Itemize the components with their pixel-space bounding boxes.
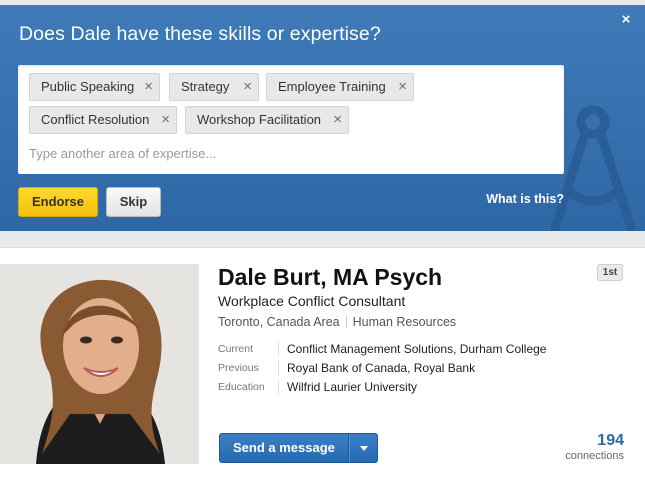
divider — [278, 342, 279, 356]
divider — [278, 380, 279, 394]
skill-pill-label: Conflict Resolution — [41, 112, 150, 127]
what-is-this-link[interactable]: What is this? — [486, 192, 564, 206]
skill-pill-label: Strategy — [181, 79, 230, 94]
skip-button[interactable]: Skip — [106, 187, 161, 217]
detail-label: Current — [218, 343, 254, 355]
detail-label: Previous — [218, 362, 259, 374]
detail-label: Education — [218, 381, 265, 393]
location-link[interactable]: Toronto, Canada Area — [218, 315, 340, 329]
skill-pill-employee-training: Employee Training × — [266, 73, 414, 101]
skill-pill-conflict-resolution: Conflict Resolution × — [29, 106, 177, 134]
profile-card: Dale Burt, MA Psych 1st Workplace Confli… — [0, 247, 645, 485]
detail-value[interactable]: Royal Bank of Canada, Royal Bank — [287, 361, 475, 375]
remove-skill-icon[interactable]: × — [161, 107, 170, 133]
send-message-button[interactable]: Send a message — [219, 433, 378, 463]
skill-pill-label: Public Speaking — [41, 79, 135, 94]
endorse-button[interactable]: Endorse — [18, 187, 98, 217]
remove-skill-icon[interactable]: × — [144, 74, 153, 100]
close-banner-icon[interactable]: × — [618, 12, 634, 28]
detail-value[interactable]: Wilfrid Laurier University — [287, 380, 417, 394]
endorse-title: Does Dale have these skills or expertise… — [19, 23, 381, 45]
industry-link[interactable]: Human Resources — [353, 315, 457, 329]
skill-pill-label: Employee Training — [278, 79, 386, 94]
button-divider — [348, 434, 349, 462]
skill-pill-strategy: Strategy × — [169, 73, 259, 101]
detail-value[interactable]: Conflict Management Solutions, Durham Co… — [287, 342, 546, 356]
remove-skill-icon[interactable]: × — [398, 74, 407, 100]
connections-count[interactable]: 194 — [597, 432, 624, 450]
skill-pill-public-speaking: Public Speaking × — [29, 73, 160, 101]
chevron-down-icon[interactable] — [353, 434, 375, 462]
profile-name[interactable]: Dale Burt, MA Psych — [218, 264, 442, 291]
endorse-skills-banner: Does Dale have these skills or expertise… — [0, 5, 645, 231]
linkedin-profile-page: Does Dale have these skills or expertise… — [0, 0, 645, 485]
connection-degree-badge: 1st — [597, 264, 623, 281]
skill-pill-workshop-facilitation: Workshop Facilitation × — [185, 106, 349, 134]
remove-skill-icon[interactable]: × — [243, 74, 252, 100]
skill-pill-label: Workshop Facilitation — [197, 112, 322, 127]
divider — [278, 361, 279, 375]
connections-label: connections — [565, 450, 624, 462]
remove-skill-icon[interactable]: × — [333, 107, 342, 133]
profile-headline: Workplace Conflict Consultant — [218, 293, 406, 309]
profile-location-industry: Toronto, Canada Area Human Resources — [218, 315, 456, 329]
skills-input-box[interactable]: Public Speaking × Strategy × Employee Tr… — [18, 65, 564, 174]
divider — [345, 315, 347, 328]
send-message-label: Send a message — [233, 440, 335, 455]
profile-photo[interactable] — [0, 264, 199, 464]
skill-search-input[interactable]: Type another area of expertise... — [29, 146, 216, 161]
portrait-image — [0, 264, 199, 464]
